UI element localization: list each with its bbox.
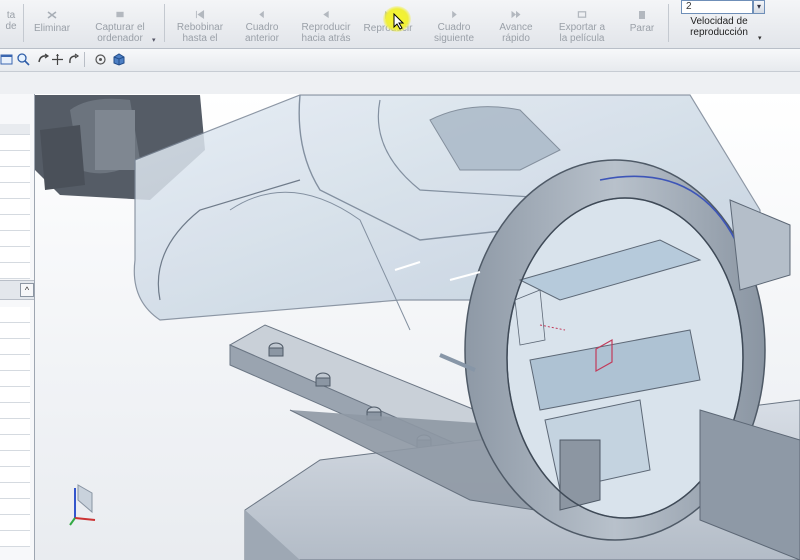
view-toolbar [0, 49, 800, 72]
ribbon-button-partial[interactable]: ta de [0, 0, 22, 44]
tree-row[interactable] [0, 247, 30, 263]
partial-button-label: ta de [5, 10, 17, 32]
capture-icon [116, 11, 124, 18]
window-icon[interactable] [0, 53, 13, 66]
list-item[interactable] [0, 371, 30, 387]
next-frame-label: Cuadro siguiente [433, 22, 475, 44]
list-item[interactable] [0, 419, 30, 435]
tree-row[interactable] [0, 183, 30, 199]
next-frame-icon [452, 10, 457, 19]
capture-button[interactable]: Capturar el ordenador [84, 0, 156, 44]
rewind-button-label: Rebobinar hasta el [176, 22, 224, 44]
tree-row[interactable] [0, 231, 30, 247]
list-item[interactable] [0, 451, 30, 467]
export-icon [577, 11, 587, 18]
feature-tree-panel[interactable]: ^ [0, 94, 35, 560]
previous-frame-label: Cuadro anterior [245, 22, 279, 44]
view-orientation-icon[interactable] [94, 53, 107, 66]
delete-button-label: Eliminar [33, 23, 71, 34]
play-backward-label: Reproducir hacia atrás [301, 22, 351, 44]
list-item[interactable] [0, 323, 30, 339]
ribbon-separator [23, 4, 24, 42]
play-backward-button[interactable]: Reproducir hacia atrás [294, 0, 358, 44]
axis-triad-icon [69, 484, 96, 526]
list-item[interactable] [0, 531, 30, 547]
list-item[interactable] [0, 435, 30, 451]
rewind-button[interactable]: Rebobinar hasta el [168, 0, 232, 44]
fast-forward-label: Avance rápido [499, 22, 533, 44]
export-button[interactable]: Exportar a la película [550, 0, 614, 44]
capture-dropdown-icon[interactable]: ▾ [152, 36, 156, 44]
rotate-icon[interactable] [37, 53, 50, 66]
delete-icon [47, 11, 57, 19]
display-style-icon[interactable] [112, 53, 125, 66]
pan-icon[interactable] [51, 53, 64, 66]
capture-button-label: Capturar el ordenador [95, 22, 145, 44]
list-item[interactable] [0, 355, 30, 371]
list-item[interactable] [0, 483, 30, 499]
zoom-fit-icon[interactable] [17, 53, 30, 66]
tree-row[interactable] [0, 151, 30, 167]
list-item[interactable] [0, 307, 30, 323]
tree-row[interactable] [0, 199, 30, 215]
list-item[interactable] [0, 387, 30, 403]
ribbon-separator [668, 4, 669, 42]
graphics-viewport[interactable] [35, 94, 800, 560]
rewind-icon [195, 10, 205, 19]
panel-header [0, 124, 30, 135]
toolbar-separator [84, 52, 85, 67]
list-item[interactable] [0, 403, 30, 419]
fast-forward-icon [511, 10, 521, 19]
tree-row[interactable] [0, 215, 30, 231]
speed-more-icon[interactable]: ▾ [758, 34, 762, 42]
previous-frame-button[interactable]: Cuadro anterior [234, 0, 290, 44]
side-bracket [729, 199, 791, 291]
ribbon-separator [164, 4, 165, 42]
list-item[interactable] [0, 515, 30, 531]
tree-row[interactable] [0, 135, 30, 151]
redraw-icon[interactable] [67, 53, 80, 66]
delete-button[interactable]: Eliminar [28, 0, 76, 44]
toolbar-gap [0, 72, 800, 94]
stop-icon [639, 11, 645, 19]
fast-forward-button[interactable]: Avance rápido [492, 0, 540, 44]
chevron-up-icon[interactable]: ^ [20, 283, 34, 297]
ribbon-toolbar: ta de Eliminar Capturar el ordenador ▾ R… [0, 0, 800, 49]
export-button-label: Exportar a la película [558, 22, 606, 44]
panel-toolbar: ^ [0, 280, 34, 300]
cad-model-render [35, 94, 800, 560]
list-item[interactable] [0, 499, 30, 515]
stop-button-label: Parar [629, 23, 655, 34]
stop-button[interactable]: Parar [620, 0, 664, 44]
play-backward-icon [323, 10, 329, 19]
list-item[interactable] [0, 467, 30, 483]
previous-frame-icon [259, 10, 264, 19]
mouse-cursor-icon [393, 13, 405, 30]
list-item[interactable] [0, 339, 30, 355]
next-frame-button[interactable]: Cuadro siguiente [426, 0, 482, 44]
playback-speed-label: Velocidad de reproducción [690, 16, 748, 38]
playback-speed-select[interactable]: 2 [681, 0, 753, 14]
tree-row[interactable] [0, 167, 30, 183]
tree-row[interactable] [0, 263, 30, 279]
chevron-down-icon[interactable]: ▾ [753, 0, 765, 14]
